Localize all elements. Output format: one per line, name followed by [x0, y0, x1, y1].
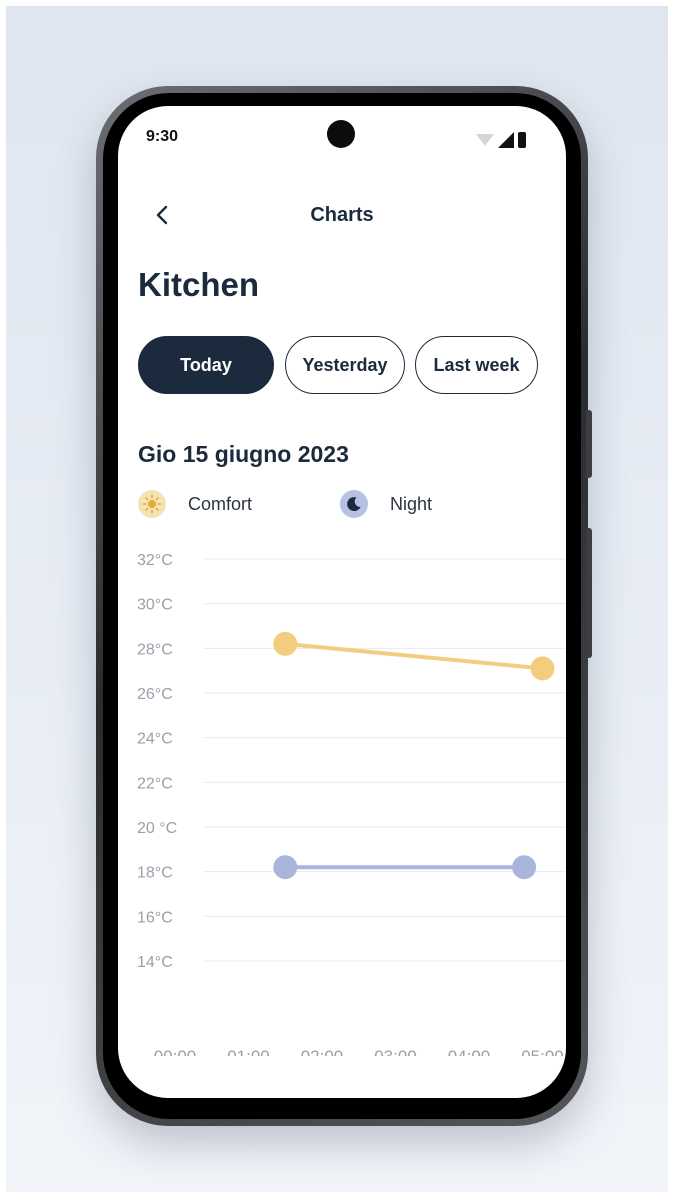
- y-tick-label: 32°C: [137, 552, 173, 569]
- x-tick-label: 05:00: [521, 1047, 564, 1056]
- legend-label-night: Night: [390, 493, 433, 514]
- data-point-comfort: [530, 656, 555, 681]
- y-tick-label: 22°C: [137, 775, 173, 792]
- period-tabs: Today Yesterday Last week: [138, 336, 566, 396]
- chart-legend: Comfort Night: [138, 488, 558, 522]
- tab-last-week[interactable]: Last week: [415, 336, 538, 394]
- data-point-night: [273, 855, 298, 880]
- tab-yesterday[interactable]: Yesterday: [285, 336, 405, 394]
- x-tick-label: 04:00: [448, 1047, 491, 1056]
- series-line-comfort: [283, 641, 545, 671]
- volume-button: [586, 410, 592, 478]
- legend-label-comfort: Comfort: [188, 493, 253, 514]
- room-title: Kitchen: [138, 266, 260, 303]
- data-point-night: [512, 855, 537, 880]
- temperature-chart: 32°C 30°C 28°C 26°C 24°C 22°C 20 °C 18°C 16°C 14°…: [137, 552, 566, 1056]
- page-header-title: Charts: [310, 204, 374, 226]
- date-label: Gio 15 giugno 2023: [138, 441, 349, 467]
- status-time: 9:30: [146, 128, 179, 145]
- status-bar: 9:30: [118, 106, 566, 166]
- battery-icon: [518, 132, 526, 148]
- x-tick-label: 03:00: [374, 1047, 417, 1056]
- signal-icon: [498, 132, 514, 148]
- y-tick-label: 24°C: [137, 731, 173, 748]
- y-tick-label: 14°C: [137, 954, 173, 971]
- y-tick-label: 28°C: [137, 641, 173, 658]
- app-screen: 9:30 Charts Kitchen Today Yesterday Last…: [118, 106, 566, 1098]
- sun-icon: [138, 490, 166, 518]
- x-tick-label: 00:00: [154, 1047, 197, 1056]
- wifi-icon: [476, 134, 494, 146]
- legend-item-night: Night: [340, 488, 432, 520]
- y-tick-label: 20 °C: [137, 820, 177, 837]
- camera-icon: [327, 120, 355, 148]
- data-point-comfort: [273, 631, 298, 656]
- y-tick-label: 16°C: [137, 909, 173, 926]
- y-tick-label: 26°C: [137, 686, 173, 703]
- legend-item-comfort: Comfort: [138, 488, 252, 520]
- tab-today[interactable]: Today: [138, 336, 274, 394]
- y-tick-label: 18°C: [137, 865, 173, 882]
- back-button[interactable]: [148, 200, 178, 230]
- moon-icon: [340, 490, 368, 518]
- y-tick-label: 30°C: [137, 597, 173, 614]
- x-tick-label: 02:00: [301, 1047, 344, 1056]
- status-icons: [476, 132, 536, 148]
- chevron-left-icon: [156, 205, 168, 225]
- x-tick-label: 01:00: [227, 1047, 270, 1056]
- nav-bar: Charts: [118, 196, 566, 236]
- power-button: [586, 528, 592, 658]
